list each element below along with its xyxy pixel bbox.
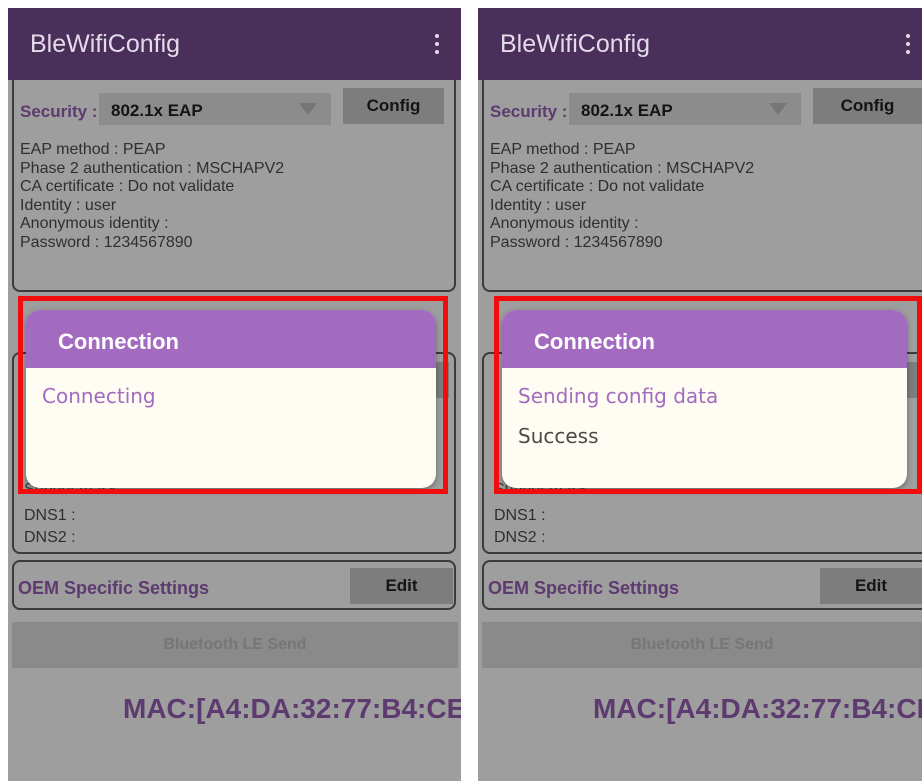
- phone-screen-right: BleWifiConfig Security : 802.1x EAP Conf…: [478, 8, 922, 781]
- highlight-box: [18, 296, 448, 494]
- eap-info: EAP method : PEAP Phase 2 authentication…: [490, 141, 754, 252]
- app-title: BleWifiConfig: [30, 30, 181, 58]
- config-button[interactable]: Config: [343, 88, 444, 124]
- ca-certificate: CA certificate : Do not validate: [490, 178, 705, 195]
- highlight-box: [494, 296, 922, 494]
- dropdown-arrow-icon: [769, 103, 787, 115]
- security-label: Security :: [490, 102, 568, 121]
- security-value: 802.1x EAP: [581, 101, 673, 120]
- app-title: BleWifiConfig: [500, 30, 651, 58]
- bluetooth-send-button[interactable]: Bluetooth LE Send: [12, 622, 458, 668]
- overflow-menu-icon[interactable]: [898, 30, 918, 60]
- app-bar: BleWifiConfig: [478, 8, 922, 80]
- eap-info: EAP method : PEAP Phase 2 authentication…: [20, 141, 284, 252]
- overflow-menu-icon[interactable]: [427, 30, 447, 60]
- ca-certificate: CA certificate : Do not validate: [20, 178, 235, 195]
- password: Password : 1234567890: [20, 233, 193, 251]
- dns1: DNS1 :: [24, 507, 76, 524]
- security-value: 802.1x EAP: [111, 101, 203, 120]
- mac-address: MAC:[A4:DA:32:77:B4:CE]: [593, 693, 922, 724]
- edit-button[interactable]: Edit: [350, 568, 453, 604]
- eap-method: EAP method : PEAP: [20, 141, 166, 158]
- dns2: DNS2 :: [494, 529, 546, 546]
- phone-screen-left: BleWifiConfig Security : 802.1x EAP Conf…: [8, 8, 461, 781]
- dns1: DNS1 :: [494, 507, 546, 524]
- oem-label: OEM Specific Settings: [488, 578, 680, 598]
- security-dropdown[interactable]: 802.1x EAP: [569, 93, 801, 125]
- bluetooth-send-button[interactable]: Bluetooth LE Send: [482, 622, 922, 668]
- edit-button[interactable]: Edit: [820, 568, 922, 604]
- password: Password : 1234567890: [490, 233, 663, 251]
- security-dropdown[interactable]: 802.1x EAP: [99, 93, 331, 125]
- security-label: Security :: [20, 102, 98, 121]
- phase2-auth: Phase 2 authentication : MSCHAPV2: [490, 159, 755, 177]
- identity: Identity : user: [490, 196, 587, 214]
- dns2: DNS2 :: [24, 529, 76, 546]
- phase2-auth: Phase 2 authentication : MSCHAPV2: [20, 159, 285, 177]
- anonymous-identity: Anonymous identity :: [20, 215, 169, 232]
- app-bar: BleWifiConfig: [8, 8, 461, 80]
- config-button[interactable]: Config: [813, 88, 922, 124]
- eap-method: EAP method : PEAP: [490, 141, 636, 158]
- anonymous-identity: Anonymous identity :: [490, 215, 639, 232]
- identity: Identity : user: [20, 196, 117, 214]
- dropdown-arrow-icon: [299, 103, 317, 115]
- oem-label: OEM Specific Settings: [18, 578, 210, 598]
- mac-address: MAC:[A4:DA:32:77:B4:CE]: [123, 693, 461, 724]
